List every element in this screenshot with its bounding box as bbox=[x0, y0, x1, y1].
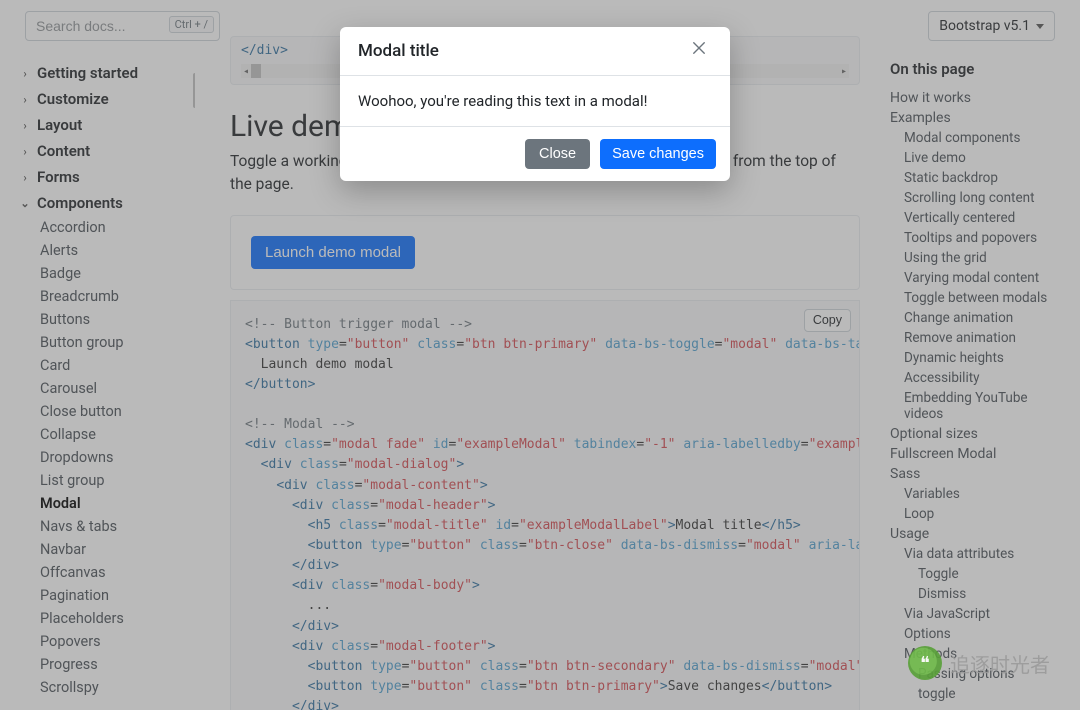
modal-close-button[interactable]: Close bbox=[525, 139, 590, 169]
page-root: Ctrl + / Bootstrap v5.1 ›Getting started… bbox=[0, 0, 1080, 710]
close-icon[interactable] bbox=[692, 41, 712, 61]
modal-body: Woohoo, you're reading this text in a mo… bbox=[340, 76, 730, 127]
modal-save-button[interactable]: Save changes bbox=[600, 139, 716, 169]
modal-title: Modal title bbox=[358, 41, 439, 61]
watermark: ❝ 追逐时光者 bbox=[908, 646, 1050, 680]
wechat-icon: ❝ bbox=[908, 646, 942, 680]
modal-dialog: Modal title Woohoo, you're reading this … bbox=[340, 27, 730, 181]
watermark-text: 追逐时光者 bbox=[950, 649, 1050, 678]
modal-footer: Close Save changes bbox=[340, 127, 730, 181]
modal-header: Modal title bbox=[340, 27, 730, 76]
